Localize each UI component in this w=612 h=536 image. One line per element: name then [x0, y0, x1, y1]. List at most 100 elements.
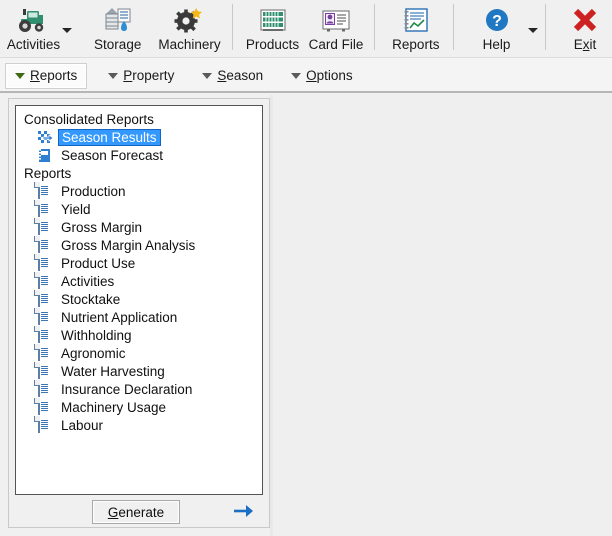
- panel-action-bar: Generate: [15, 499, 263, 525]
- toolbar-button-products[interactable]: Products: [245, 0, 300, 54]
- document-icon: [38, 326, 54, 343]
- tree-item-label: Yield: [61, 201, 91, 217]
- toolbar-label-card-file: Card File: [308, 37, 364, 52]
- season-forecast-icon: [38, 148, 54, 164]
- main-toolbar: Activities Storage Machinery Products Ca…: [0, 0, 612, 56]
- shelf-icon: [257, 4, 289, 36]
- menu-label-season: Season: [217, 68, 264, 83]
- chevron-down-icon: [291, 72, 302, 79]
- gear-icon: [172, 4, 206, 36]
- tree-item-production[interactable]: Production: [16, 182, 262, 200]
- toolbar-dropdown-activities[interactable]: [61, 1, 73, 55]
- report-preview-panel: [273, 95, 612, 536]
- red-x-icon: [570, 4, 600, 36]
- chevron-down-icon: [108, 72, 119, 79]
- tree-item-label: Stocktake: [61, 291, 121, 307]
- toolbar-button-activities[interactable]: Activities: [6, 0, 61, 54]
- document-icon: [38, 308, 54, 325]
- tree-item-gross-margin-analysis[interactable]: Gross Margin Analysis: [16, 236, 262, 254]
- season-results-icon: [38, 130, 54, 146]
- contact-card-icon: [320, 4, 352, 36]
- tree-item-water-harvesting[interactable]: Water Harvesting: [16, 362, 262, 380]
- document-icon: [38, 272, 54, 289]
- toolbar-separator-2: [374, 4, 375, 50]
- generate-button-label: Generate: [107, 504, 165, 520]
- document-icon: [38, 254, 54, 271]
- application-window: Activities Storage Machinery Products Ca…: [0, 0, 612, 536]
- menu-item-property[interactable]: Property: [99, 63, 183, 89]
- tree-item-labour[interactable]: Labour: [16, 416, 262, 434]
- toolbar-button-card-file[interactable]: Card File: [308, 0, 364, 54]
- tree-item-label: Activities: [61, 273, 115, 289]
- tree-group-label: Reports: [24, 165, 72, 181]
- document-icon: [38, 200, 54, 217]
- toolbar-button-reports[interactable]: Reports: [389, 0, 443, 54]
- menu-item-options[interactable]: Options: [282, 63, 362, 89]
- tree-item-gross-margin[interactable]: Gross Margin: [16, 218, 262, 236]
- tree-group-consolidated-reports: Consolidated Reports: [16, 110, 262, 128]
- svg-text:?: ?: [492, 13, 502, 30]
- chevron-down-icon: [61, 27, 72, 33]
- chevron-down-icon: [202, 72, 213, 79]
- tree-item-machinery-usage[interactable]: Machinery Usage: [16, 398, 262, 416]
- tree-item-product-use[interactable]: Product Use: [16, 254, 262, 272]
- toolbar-button-storage[interactable]: Storage: [91, 0, 145, 54]
- reports-tree[interactable]: Consolidated Reports Season Results Seas…: [15, 105, 263, 495]
- tree-item-yield[interactable]: Yield: [16, 200, 262, 218]
- arrow-right-icon[interactable]: [233, 502, 255, 520]
- tree-item-label: Agronomic: [61, 345, 126, 361]
- tree-item-label: Gross Margin Analysis: [61, 237, 196, 253]
- menu-item-season[interactable]: Season: [193, 63, 272, 89]
- tree-item-label: Season Results: [58, 128, 161, 146]
- toolbar-label-products: Products: [245, 37, 300, 52]
- document-icon: [38, 416, 54, 433]
- document-icon: [38, 290, 54, 307]
- tree-item-insurance-declaration[interactable]: Insurance Declaration: [16, 380, 262, 398]
- document-icon: [38, 380, 54, 397]
- report-notebook-icon: [400, 4, 432, 36]
- tree-item-label: Insurance Declaration: [61, 381, 193, 397]
- chevron-down-icon: [15, 72, 25, 79]
- document-icon: [38, 236, 54, 253]
- toolbar-button-machinery[interactable]: Machinery: [158, 0, 221, 54]
- toolbar-separator-4: [545, 4, 546, 50]
- tree-item-label: Gross Margin: [61, 219, 143, 235]
- toolbar-label-storage: Storage: [94, 37, 142, 52]
- tree-item-label: Machinery Usage: [61, 399, 167, 415]
- tree-item-season-forecast[interactable]: Season Forecast: [16, 146, 262, 164]
- silo-icon: [101, 4, 135, 36]
- tractor-icon: [15, 4, 51, 36]
- toolbar-label-activities: Activities: [6, 37, 61, 52]
- chevron-down-icon: [528, 27, 539, 33]
- menu-item-reports[interactable]: Reports: [5, 62, 88, 89]
- reports-selection-panel: Consolidated Reports Season Results Seas…: [8, 98, 270, 528]
- toolbar-button-help[interactable]: ? Help: [470, 0, 524, 54]
- tree-item-agronomic[interactable]: Agronomic: [16, 344, 262, 362]
- toolbar-label-reports: Reports: [392, 37, 440, 52]
- tree-group-label: Consolidated Reports: [24, 111, 154, 127]
- toolbar-dropdown-help[interactable]: [528, 1, 540, 55]
- tree-item-activities[interactable]: Activities: [16, 272, 262, 290]
- generate-button[interactable]: Generate: [92, 500, 180, 524]
- toolbar-separator-1: [232, 4, 233, 50]
- toolbar-button-exit[interactable]: Exit: [558, 0, 612, 54]
- tree-item-nutrient-application[interactable]: Nutrient Application: [16, 308, 262, 326]
- tree-group-reports: Reports: [16, 164, 262, 182]
- document-icon: [38, 398, 54, 415]
- tree-item-label: Season Forecast: [61, 147, 164, 163]
- document-icon: [38, 344, 54, 361]
- tree-item-withholding[interactable]: Withholding: [16, 326, 262, 344]
- tree-item-stocktake[interactable]: Stocktake: [16, 290, 262, 308]
- tree-item-label: Product Use: [61, 255, 136, 271]
- tree-item-label: Water Harvesting: [61, 363, 165, 379]
- toolbar-label-help: Help: [482, 37, 511, 52]
- toolbar-label-machinery: Machinery: [158, 37, 221, 52]
- tree-item-season-results[interactable]: Season Results: [16, 128, 262, 146]
- toolbar-separator-3: [452, 4, 454, 50]
- menu-label-property: Property: [123, 68, 175, 83]
- document-icon: [38, 218, 54, 235]
- tree-item-label: Withholding: [61, 327, 132, 343]
- toolbar-label-exit: Exit: [573, 37, 597, 52]
- tree-item-label: Labour: [61, 417, 104, 433]
- question-circle-icon: ?: [482, 4, 512, 36]
